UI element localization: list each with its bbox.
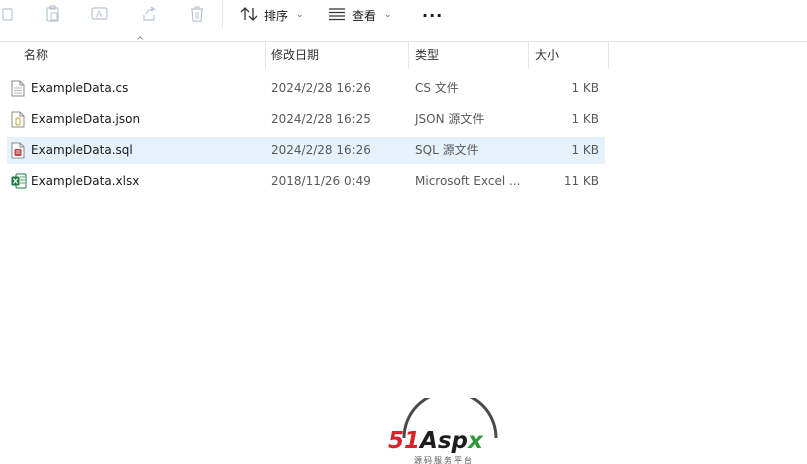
file-type: JSON 源文件 [415, 112, 485, 126]
column-header-row: ^ 名称 修改日期 类型 大小 [0, 36, 807, 69]
file-name: ExampleData.xlsx [31, 174, 140, 188]
file-type: Microsoft Excel ... [415, 174, 521, 188]
command-bar: A 排序 ⌄ 查看 ⌄ ··· [0, 0, 807, 30]
column-header-type[interactable]: 类型 [415, 42, 439, 69]
watermark-brand: 51Aspx [388, 428, 483, 454]
sql-file-icon [11, 142, 27, 159]
svg-text:A: A [96, 10, 103, 20]
sort-ascending-icon: ^ [136, 36, 145, 47]
excel-file-icon [11, 173, 27, 190]
chevron-down-icon: ⌄ [296, 10, 304, 20]
column-resize-handle[interactable] [408, 42, 409, 69]
delete-icon[interactable] [188, 4, 206, 24]
watermark-subtitle: 源码服务平台 [414, 456, 474, 464]
copy-icon[interactable] [0, 4, 18, 24]
column-header-name[interactable]: 名称 [24, 42, 48, 69]
file-size: 1 KB [571, 81, 599, 95]
file-modified: 2024/2/28 16:26 [271, 81, 371, 95]
toolbar-separator [222, 0, 223, 28]
file-size: 1 KB [571, 143, 599, 157]
file-type: CS 文件 [415, 81, 459, 95]
file-modified: 2024/2/28 16:25 [271, 112, 371, 126]
file-size: 1 KB [571, 112, 599, 126]
paste-icon[interactable] [44, 4, 62, 24]
sort-button[interactable]: 排序 ⌄ [240, 3, 304, 27]
rename-icon[interactable]: A [91, 4, 109, 24]
site-watermark-logo: 51Aspx 源码服务平台 [384, 398, 516, 464]
sort-label: 排序 [264, 8, 289, 23]
file-name: ExampleData.sql [31, 143, 133, 157]
file-row[interactable]: ExampleData.cs 2024/2/28 16:26 CS 文件 1 K… [7, 75, 605, 102]
watermark-brand-x: x [467, 428, 483, 454]
chevron-down-icon: ⌄ [384, 10, 392, 20]
more-options-button[interactable]: ··· [422, 6, 443, 25]
file-row-selected[interactable]: ExampleData.sql 2024/2/28 16:26 SQL 源文件 … [7, 137, 605, 164]
file-name: ExampleData.json [31, 112, 141, 126]
column-header-size[interactable]: 大小 [535, 42, 559, 69]
sort-icon [240, 6, 258, 25]
file-row[interactable]: ExampleData.json 2024/2/28 16:25 JSON 源文… [7, 106, 605, 133]
file-row[interactable]: ExampleData.xlsx 2018/11/26 0:49 Microso… [7, 168, 605, 195]
column-resize-handle[interactable] [528, 42, 529, 69]
column-resize-handle[interactable] [608, 42, 609, 69]
watermark-brand-asp: Asp [420, 428, 468, 454]
file-name: ExampleData.cs [31, 81, 129, 95]
file-size: 11 KB [563, 174, 599, 188]
column-resize-handle[interactable] [265, 42, 266, 69]
share-icon[interactable] [140, 4, 158, 24]
file-modified: 2024/2/28 16:26 [271, 143, 371, 157]
view-list-icon [328, 7, 346, 24]
cs-file-icon [11, 80, 27, 97]
column-header-modified[interactable]: 修改日期 [271, 42, 319, 69]
view-button[interactable]: 查看 ⌄ [328, 3, 392, 27]
watermark-brand-51: 51 [388, 428, 421, 454]
view-label: 查看 [352, 8, 377, 23]
file-modified: 2018/11/26 0:49 [271, 174, 371, 188]
file-type: SQL 源文件 [415, 143, 479, 157]
json-file-icon [11, 111, 27, 128]
